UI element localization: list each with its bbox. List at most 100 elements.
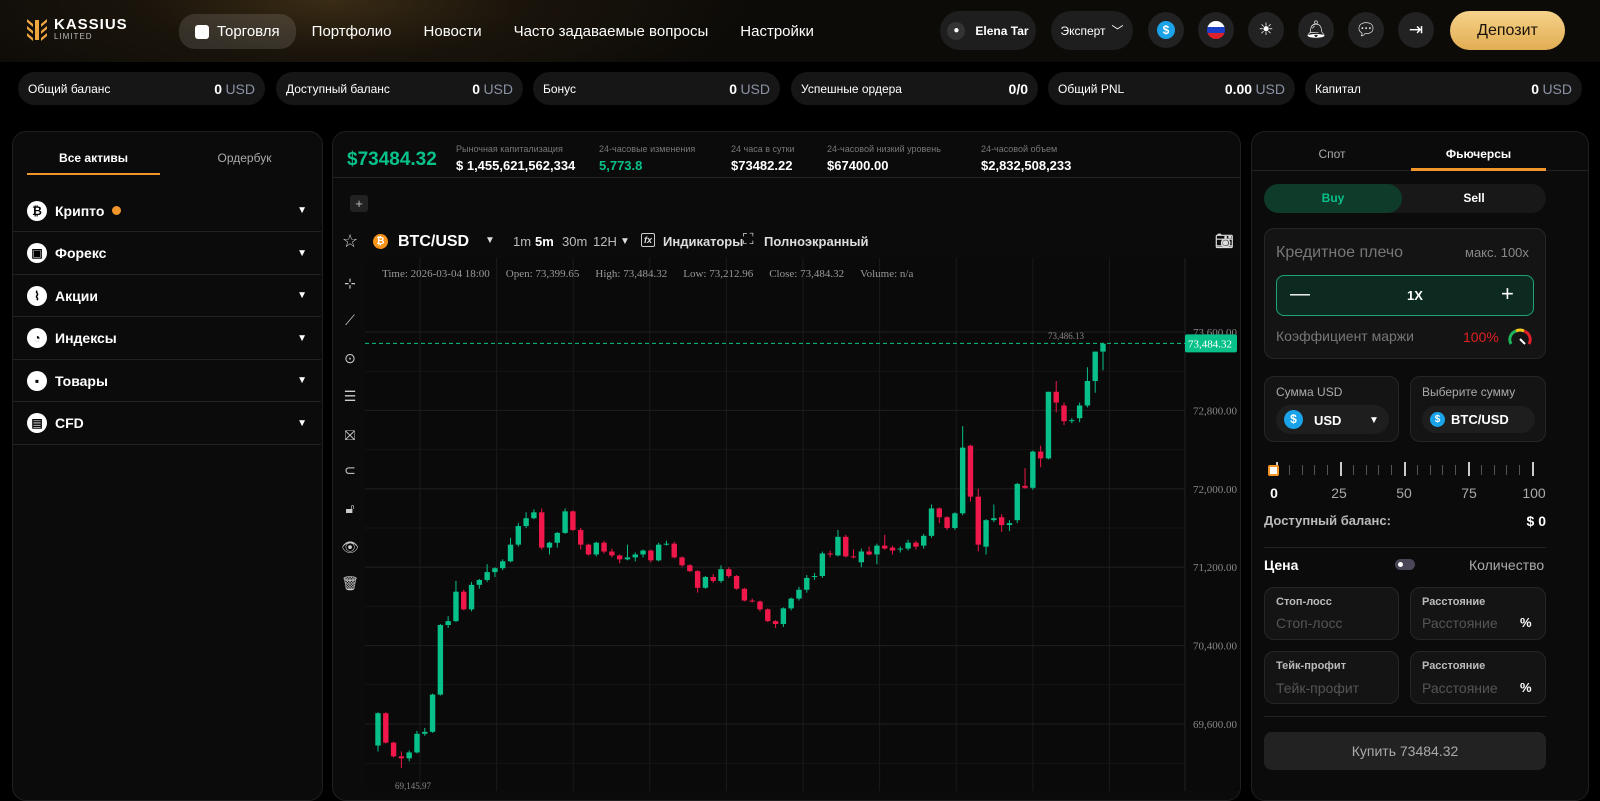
- sun-icon: ☀: [1258, 20, 1274, 39]
- divider: [1264, 547, 1546, 548]
- currency-button[interactable]: $: [1148, 12, 1184, 48]
- nav-trade[interactable]: Торговля: [179, 14, 296, 49]
- stop-loss-input[interactable]: Стоп-лосс: [1276, 615, 1343, 631]
- category-label: Форекс: [55, 245, 107, 261]
- logo[interactable]: KASSIUS LIMITED: [26, 16, 128, 42]
- interval-dropdown-icon[interactable]: ▼: [620, 236, 630, 247]
- symbol-select[interactable]: BTC/USD: [398, 233, 469, 251]
- leverage-value[interactable]: 1X: [1395, 288, 1435, 303]
- fib-tool-icon[interactable]: ☰: [340, 388, 360, 405]
- y-tick-label: 72,800.00: [1193, 405, 1238, 417]
- tab-futures[interactable]: Фьючерсы: [1411, 147, 1546, 161]
- candle-body: [967, 445, 974, 497]
- camera-icon[interactable]: 📷︎: [1215, 232, 1234, 250]
- language-button[interactable]: [1198, 12, 1234, 48]
- candle-body: [390, 742, 397, 757]
- chat-button[interactable]: 💬︎: [1348, 12, 1384, 48]
- nav-settings[interactable]: Настройки: [724, 14, 830, 49]
- fullscreen-button[interactable]: Полноэкранный: [764, 234, 869, 249]
- slider-tick: [1340, 462, 1342, 476]
- main-nav: Торговля Портфолио Новости Часто задавае…: [179, 14, 830, 49]
- candle-body: [827, 553, 833, 555]
- lock-icon[interactable]: 🔓︎: [340, 500, 360, 517]
- interval-30m[interactable]: 30m: [562, 234, 587, 249]
- candle-body: [562, 511, 568, 533]
- candle-body: [733, 576, 740, 589]
- eye-icon[interactable]: 👁︎: [340, 539, 360, 556]
- candle-body: [702, 577, 709, 588]
- tab-orderbook[interactable]: Ордербук: [178, 151, 311, 165]
- logout-button[interactable]: ⇥: [1398, 12, 1434, 48]
- stop-loss-field[interactable]: [1264, 587, 1399, 640]
- available-value: $ 0: [1526, 513, 1546, 529]
- increase-leverage-button[interactable]: +: [1501, 281, 1514, 307]
- buy-tab[interactable]: Buy: [1264, 184, 1402, 213]
- candle-body: [710, 577, 716, 581]
- take-profit-field[interactable]: [1264, 651, 1399, 704]
- tab-spot[interactable]: Спот: [1262, 147, 1402, 161]
- price-qty-toggle[interactable]: [1395, 559, 1415, 570]
- slider-label: 25: [1331, 485, 1347, 501]
- category-0[interactable]: ₿ Крипто ▼: [13, 190, 321, 232]
- buy-submit-button[interactable]: Купить 73484.32: [1264, 732, 1546, 770]
- tab-all-assets[interactable]: Все активы: [27, 151, 160, 165]
- amount-label: Сумма USD: [1276, 385, 1343, 399]
- trash-icon[interactable]: 🗑︎: [340, 575, 360, 592]
- candle-body: [765, 609, 771, 622]
- sl-distance-label: Расстояние: [1422, 596, 1486, 608]
- slider-tick: [1327, 465, 1329, 475]
- leverage-label: Кредитное плечо: [1276, 244, 1404, 261]
- decrease-leverage-button[interactable]: —: [1290, 283, 1310, 306]
- interval-1m[interactable]: 1m: [513, 234, 531, 249]
- current-price: $73484.32: [347, 149, 437, 170]
- document-icon: ▤: [27, 413, 47, 433]
- candle-body: [655, 544, 662, 561]
- take-profit-input[interactable]: Тейк-профит: [1276, 680, 1359, 696]
- candle-body: [429, 694, 436, 732]
- sl-distance-field[interactable]: [1410, 587, 1546, 640]
- magnet-icon[interactable]: ⊂: [340, 462, 360, 479]
- candle-body: [570, 511, 576, 530]
- notifications-button[interactable]: 🔔︎: [1298, 12, 1334, 48]
- crosshair-tool-icon[interactable]: ⊹: [340, 275, 360, 292]
- tp-distance-field[interactable]: [1410, 651, 1546, 704]
- amount-slider[interactable]: [1268, 462, 1538, 478]
- stat-number: 0: [1531, 80, 1540, 97]
- theme-button[interactable]: ☀: [1248, 12, 1284, 48]
- slider-handle[interactable]: [1268, 465, 1279, 476]
- y-tick-label: 69,600.00: [1193, 719, 1238, 731]
- sl-distance-input[interactable]: Расстояние: [1422, 615, 1498, 631]
- category-5[interactable]: ▤ CFD ▼: [13, 403, 321, 445]
- sell-tab[interactable]: Sell: [1402, 184, 1546, 213]
- user-menu[interactable]: ● Elena Tar: [940, 11, 1036, 50]
- legend-volume: Volume: n/a: [860, 268, 914, 280]
- candle-body: [523, 518, 529, 527]
- candle-body: [882, 545, 888, 549]
- category-4[interactable]: ▪ Товары ▼: [13, 360, 321, 402]
- nav-news[interactable]: Новости: [408, 14, 498, 49]
- dollar-icon: $: [1430, 412, 1445, 427]
- category-2[interactable]: ⌇ Акции ▼: [13, 275, 321, 317]
- deposit-button[interactable]: Депозит: [1450, 11, 1565, 50]
- interval-12h[interactable]: 12H: [593, 234, 617, 249]
- indicators-button[interactable]: Индикаторы: [663, 234, 743, 249]
- candlestick-chart[interactable]: 73,600.0072,800.0072,000.0071,200.0070,4…: [365, 258, 1240, 791]
- nav-portfolio[interactable]: Портфолио: [296, 14, 408, 49]
- stat-value: 0/0: [1009, 81, 1028, 97]
- add-chart-button[interactable]: +: [350, 195, 368, 212]
- stat-card: Общий PNL 0.00 USD: [1048, 72, 1295, 105]
- category-1[interactable]: ▣ Форекс ▼: [13, 233, 321, 275]
- category-3[interactable]: ◔ Индексы ▼: [13, 318, 321, 360]
- tp-distance-input[interactable]: Расстояние: [1422, 680, 1498, 696]
- slider-tick: [1365, 465, 1367, 475]
- caret-down-icon[interactable]: ▼: [485, 235, 495, 246]
- star-icon[interactable]: ☆: [342, 231, 358, 252]
- nav-faq[interactable]: Часто задаваемые вопросы: [498, 14, 725, 49]
- trendline-tool-icon[interactable]: ⟋: [340, 312, 360, 329]
- circle-tool-icon[interactable]: ⊙: [340, 350, 360, 367]
- interval-5m[interactable]: 5m: [535, 234, 554, 249]
- category-label: Товары: [55, 372, 108, 389]
- pattern-tool-icon[interactable]: ⛝: [340, 427, 360, 444]
- mode-select[interactable]: Эксперт ﹀: [1051, 11, 1133, 50]
- candle-body: [601, 542, 607, 552]
